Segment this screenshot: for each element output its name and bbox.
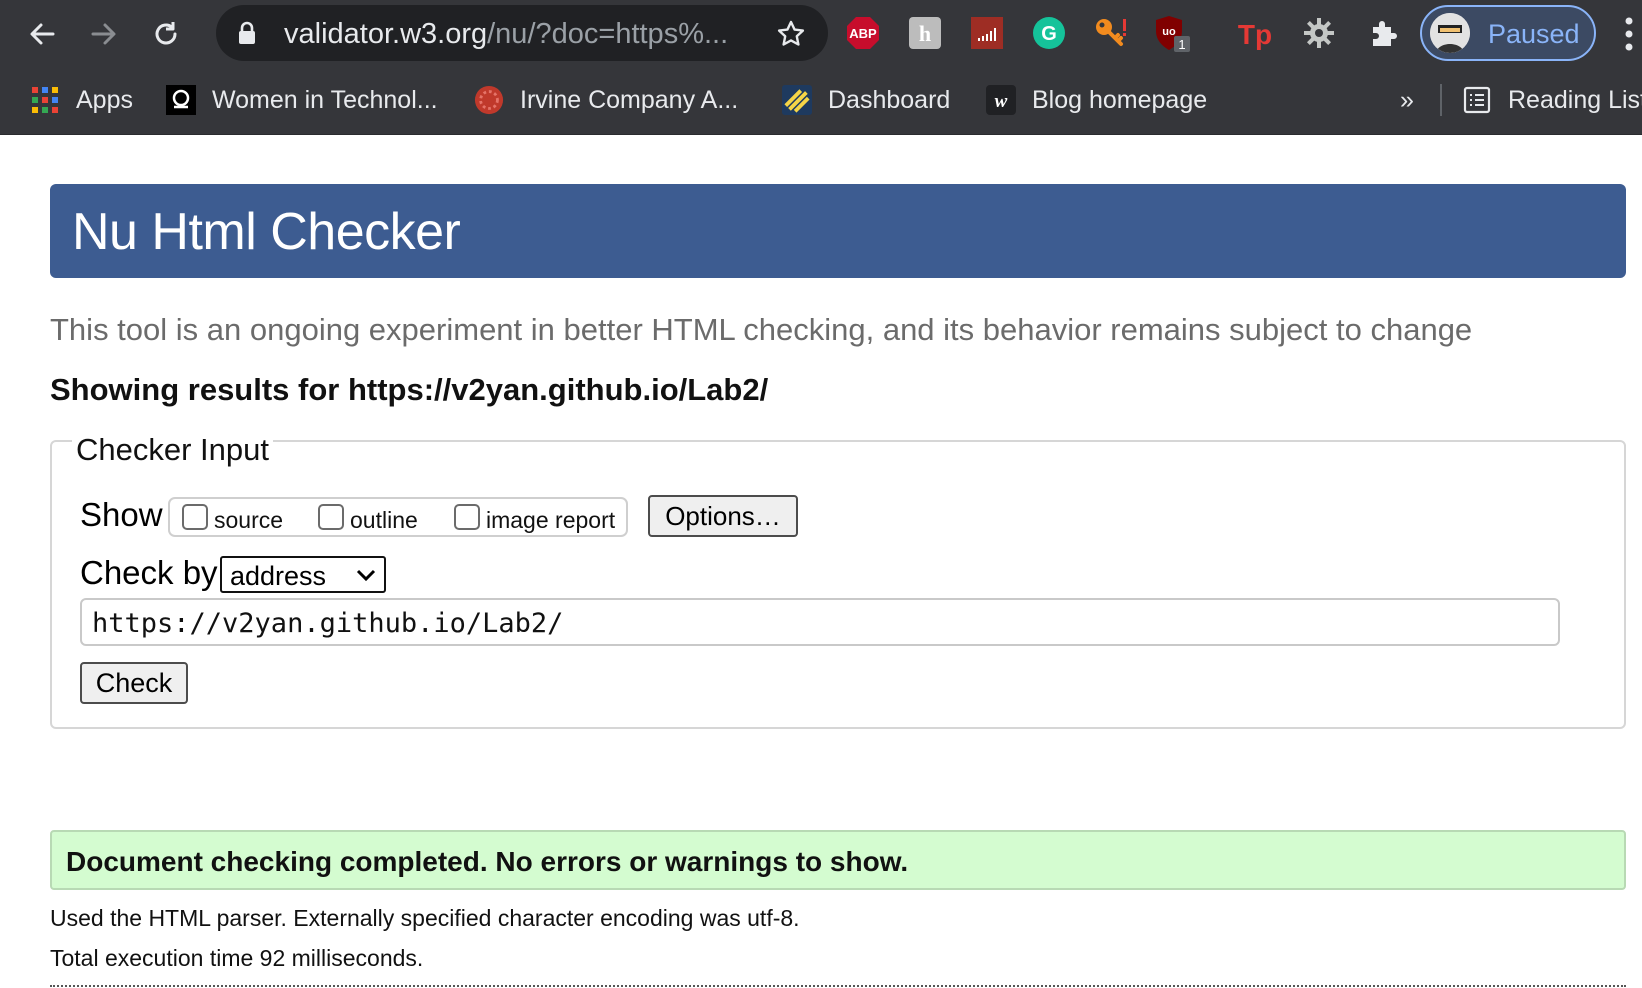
check-by-label: Check by [80,554,218,591]
parser-info: Used the HTML parser. Externally specifi… [50,905,800,931]
bookmark-label: Apps [76,85,133,114]
avatar [1430,13,1470,53]
grammarly-icon[interactable]: G [1030,14,1068,52]
back-button[interactable] [20,12,64,56]
overflow-chevron-icon: » [1400,85,1414,114]
image-report-checkbox[interactable] [454,504,480,530]
forward-arrow-icon [91,23,116,45]
key-icon[interactable] [1092,14,1130,52]
bookmark-blog-homepage[interactable]: w Blog homepage [986,82,1207,118]
back-arrow-icon [30,23,55,45]
bookmark-label: Dashboard [828,85,951,114]
document-url-value: https://v2yan.github.io/Lab2/ [92,608,564,639]
chevron-down-icon [356,569,376,582]
bookmark-label: Irvine Company A... [520,85,739,114]
document-url-input[interactable]: https://v2yan.github.io/Lab2/ [80,598,1560,646]
gear-icon[interactable] [1300,14,1338,52]
browser-toolbar: validator.w3.org/nu/?doc=https%... ABP h… [0,0,1642,66]
lock-icon[interactable] [238,21,256,45]
svg-text:Tp: Tp [1238,19,1272,50]
success-message: Document checking completed. No errors o… [66,846,909,877]
hypothesis-icon[interactable]: h [906,14,944,52]
check-by-select[interactable]: address [220,556,386,593]
show-label: Show [80,496,163,533]
forward-button[interactable] [82,12,126,56]
bookmark-dashboard[interactable]: Dashboard [782,82,950,118]
checker-input-legend: Checker Input [72,432,273,468]
show-options-group: source outline image report [168,497,628,537]
dotted-divider [50,985,1626,987]
success-message-box: Document checking completed. No errors o… [50,830,1626,890]
reading-list-label: Reading List [1508,85,1642,114]
reload-button[interactable] [144,12,188,56]
results-heading: Showing results for https://v2yan.github… [50,372,769,407]
url-host: validator.w3.org [284,18,488,50]
women-in-tech-icon [166,85,196,115]
source-checkbox[interactable] [182,504,208,530]
url-text[interactable]: validator.w3.org/nu/?doc=https%... [284,18,728,51]
tp-icon[interactable]: Tp [1236,14,1274,52]
profile-button[interactable]: Paused [1420,5,1596,61]
svg-text:uo: uo [1162,26,1176,38]
reload-icon [155,22,177,45]
wordpress-icon: w [986,85,1016,115]
svg-text:1: 1 [1178,37,1185,52]
svg-text:ABP: ABP [849,26,877,41]
profile-status-label: Paused [1488,19,1580,49]
outline-checkbox-label[interactable]: outline [350,507,418,534]
ublock-icon[interactable]: uo 1 [1152,14,1190,52]
page-title: Nu Html Checker [72,203,461,261]
bookmarks-divider [1440,84,1442,116]
dashboard-icon [782,85,812,115]
apps-grid-icon [30,85,60,115]
more-menu-icon[interactable] [1624,16,1634,52]
signal-bars-icon[interactable] [968,14,1006,52]
bookmarks-overflow-button[interactable]: » [1400,82,1414,118]
bookmark-irvine-company[interactable]: Irvine Company A... [474,82,738,118]
svg-text:h: h [919,21,931,46]
reading-list-button[interactable]: Reading List [1462,82,1642,118]
bookmarks-bar: Apps Women in Technol... Irvine Company … [0,66,1642,135]
bookmark-star-icon[interactable] [776,19,806,49]
bookmark-label: Women in Technol... [212,85,438,114]
page-header: Nu Html Checker [50,184,1626,278]
outline-checkbox[interactable] [318,504,344,530]
reading-list-icon [1462,85,1492,115]
tagline: This tool is an ongoing experiment in be… [50,312,1473,347]
adblock-plus-icon[interactable]: ABP [844,14,882,52]
check-button[interactable]: Check [80,662,188,704]
bookmark-label: Blog homepage [1032,85,1208,114]
svg-text:w: w [995,91,1008,112]
svg-text:G: G [1041,23,1057,45]
execution-time: Total execution time 92 milliseconds. [50,945,424,971]
url-path: /nu/?doc=https%... [487,18,729,50]
puzzle-icon[interactable] [1364,14,1402,52]
irvine-company-icon [474,85,504,115]
image-report-checkbox-label[interactable]: image report [486,507,615,534]
source-checkbox-label[interactable]: source [214,507,283,534]
address-bar[interactable]: validator.w3.org/nu/?doc=https%... [216,5,828,61]
check-by-selected-value: address [230,561,327,591]
bookmark-women-in-tech[interactable]: Women in Technol... [166,82,438,118]
bookmark-apps[interactable]: Apps [30,82,133,118]
options-button[interactable]: Options… [648,495,798,537]
